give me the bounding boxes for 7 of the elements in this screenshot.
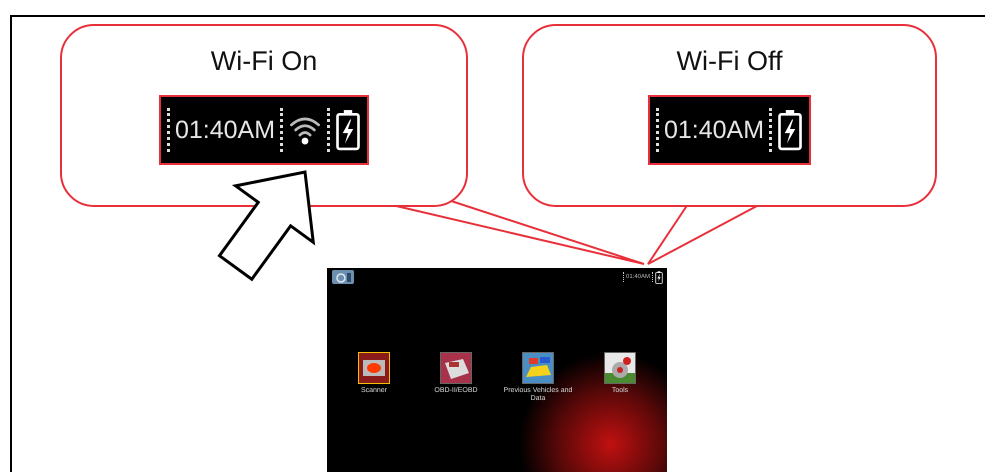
callout-title: Wi-Fi On [210,46,318,77]
battery-charging-icon [655,270,663,284]
battery-charging-icon [335,109,362,151]
callout-title: Wi-Fi Off [676,46,782,77]
clock-time: 01:40AM [664,118,764,142]
battery-charging-icon [777,109,804,151]
clock-time: 01:40AM [174,118,276,142]
